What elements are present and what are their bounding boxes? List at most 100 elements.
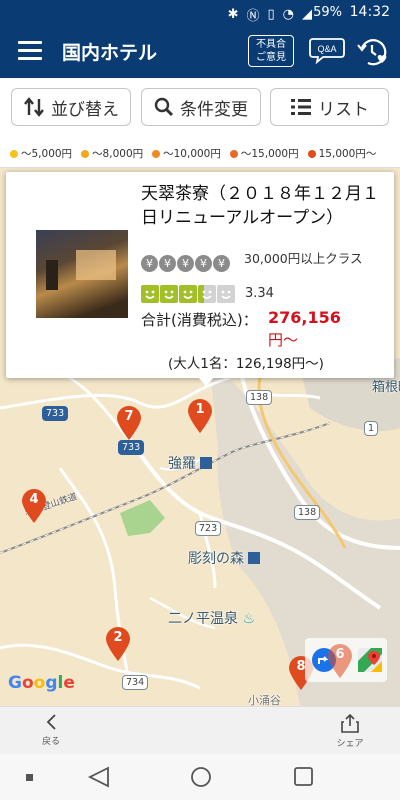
per-person-price: (大人1名：126,198円〜) [168, 356, 324, 372]
hotel-name: 天翠茶寮（２０１８年１２月１日リニューアルオープン） [141, 184, 379, 228]
total-label: 合計(消費税込)： [141, 311, 258, 329]
yen-coin-icon: ¥ [159, 255, 176, 272]
popup-pointer [197, 376, 215, 386]
legend-item: 15,000円〜 [307, 146, 377, 161]
route-shield: 723 [195, 521, 222, 536]
sort-arrows-icon [24, 97, 44, 117]
qa-button[interactable]: Q&A [309, 36, 345, 65]
share-icon [341, 713, 359, 733]
legend-dot [229, 149, 238, 158]
yen-coin-icon: ¥ [177, 255, 194, 272]
status-icons: ✱ Ⓝ ▯ ◔ ◢ [228, 5, 312, 24]
total-price-unit: 円〜 [268, 331, 299, 349]
list-button[interactable]: リスト [270, 88, 389, 126]
feedback-button[interactable]: 不具合 ご意見 [248, 35, 294, 67]
legend-label: 〜10,000円 [163, 148, 221, 160]
sort-label: 並び替え [51, 99, 119, 120]
back-arrow-icon [46, 714, 56, 730]
battery-percent: 59% [313, 5, 342, 20]
vibrate-icon: ▯ [267, 7, 275, 22]
pin-number: 2 [113, 630, 123, 645]
yen-coin-icon: ¥ [141, 255, 158, 272]
route-shield: 138 [246, 390, 273, 405]
pin-number: 6 [335, 647, 345, 662]
legend-label: 15,000円〜 [318, 148, 377, 160]
station-icon [200, 457, 213, 469]
bluetooth-icon: ✱ [227, 7, 239, 22]
google-maps-icon[interactable] [357, 647, 383, 673]
legend-label: 〜8,000円 [92, 148, 144, 160]
google-logo: Google [8, 673, 75, 693]
nav-recents-icon[interactable] [294, 767, 313, 786]
app-bar: 国内ホテル 不具合 ご意見 Q&A [0, 26, 400, 78]
smile-partial-icon [198, 285, 216, 303]
legend-item: 〜10,000円 [152, 146, 221, 161]
pin-number: 4 [29, 492, 39, 507]
back-button[interactable]: 戻る [38, 713, 64, 747]
menu-icon[interactable] [18, 41, 42, 61]
status-bar: ✱ Ⓝ ▯ ◔ ◢ 59% 14:32 [0, 0, 400, 26]
signal-icon: ◢ [302, 7, 312, 22]
legend-label: 〜15,000円 [240, 148, 299, 160]
legend-item: 〜8,000円 [81, 146, 143, 161]
feedback-label-1: 不具合 [256, 39, 286, 50]
feedback-label-2: ご意見 [256, 52, 286, 63]
hotel-pin-1[interactable]: 1 [187, 398, 213, 434]
history-button[interactable] [356, 36, 390, 70]
legend-dot [307, 149, 316, 158]
bottom-bar: 戻る シェア [0, 706, 400, 754]
hotel-pin-7[interactable]: 7 [116, 405, 142, 441]
route-shield: 733 [42, 406, 69, 421]
search-icon [154, 97, 174, 117]
map-label-chokoku: 彫刻の森 [188, 548, 261, 568]
station-icon [248, 552, 261, 564]
legend-dot [81, 149, 90, 158]
price-class: 30,000円以上クラス [244, 251, 363, 266]
filter-button[interactable]: 条件変更 [141, 88, 261, 126]
toolbar: 並び替え 条件変更 リスト [0, 78, 400, 140]
map-label-lower: 小涌谷 [248, 694, 281, 706]
route-shield: 734 [122, 675, 149, 690]
legend-item: 〜5,000円 [10, 146, 72, 161]
yen-coin-icon: ¥ [213, 255, 230, 272]
hotel-pin-6[interactable]: 6 [327, 643, 353, 679]
pin-number: 1 [195, 402, 205, 417]
maps-shortcut-panel: 6 [305, 638, 387, 682]
route-shield: 1 [364, 421, 379, 436]
system-nav-bar [0, 754, 400, 800]
map-label-ninotaira: 二ノ平温泉 ♨ [168, 611, 256, 627]
rating-smiles [141, 285, 235, 303]
sort-button[interactable]: 並び替え [11, 88, 131, 126]
nfc-icon: Ⓝ [246, 9, 260, 24]
list-icon [291, 99, 311, 115]
legend-label: 〜5,000円 [21, 148, 73, 160]
route-shield: 138 [294, 505, 321, 520]
legend-dot [10, 149, 18, 158]
smile-icon [160, 285, 178, 303]
back-label: 戻る [41, 737, 60, 747]
list-label: リスト [318, 99, 369, 120]
recent-dot-icon[interactable] [26, 774, 33, 781]
price-legend: 〜5,000円 〜8,000円 〜10,000円 〜15,000円 15,000… [0, 140, 400, 168]
svg-text:Q&A: Q&A [317, 44, 336, 54]
share-button[interactable]: シェア [336, 713, 364, 749]
map-label-hakone-machi: 箱根町 [372, 380, 400, 395]
hotel-pin-2[interactable]: 2 [105, 626, 131, 662]
hotel-info-popup[interactable]: 天翠茶寮（２０１８年１２月１日リニューアルオープン） ¥ ¥ ¥ ¥ ¥ 30,… [6, 172, 394, 386]
hotel-pin-4[interactable]: 4 [21, 488, 47, 524]
smile-icon [141, 285, 159, 303]
legend-dot [152, 149, 161, 158]
yen-coin-icon: ¥ [195, 255, 212, 272]
smile-empty-icon [217, 285, 235, 303]
map-label-gora: 強羅 [168, 453, 213, 473]
speech-bubble-icon: Q&A [309, 38, 345, 65]
hotel-photo[interactable] [36, 230, 128, 318]
pin-number: 7 [124, 409, 134, 424]
filter-label: 条件変更 [180, 99, 248, 120]
nav-home-icon[interactable] [191, 767, 211, 787]
share-label: シェア [336, 739, 364, 749]
nav-back-icon[interactable] [87, 766, 109, 788]
clock: 14:32 [349, 4, 390, 20]
page-title: 国内ホテル [62, 42, 158, 64]
smile-icon [179, 285, 197, 303]
